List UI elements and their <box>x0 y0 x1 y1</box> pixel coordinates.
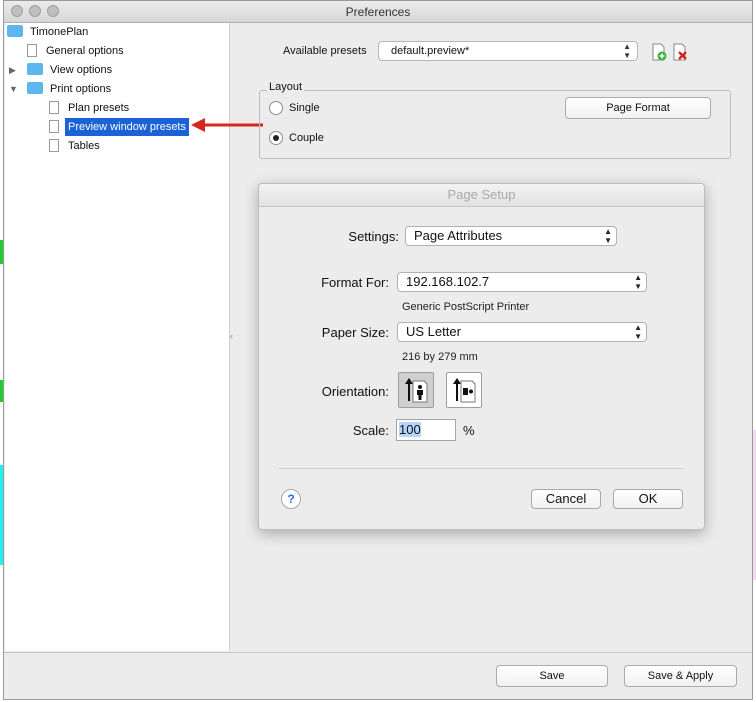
help-button[interactable]: ? <box>281 489 301 509</box>
annotation-arrow <box>191 118 263 132</box>
add-preset-icon[interactable] <box>651 43 667 61</box>
dialog-title: Page Setup <box>259 184 704 207</box>
folder-icon <box>27 82 43 95</box>
folder-icon <box>7 25 23 38</box>
orientation-landscape-button[interactable] <box>446 372 482 408</box>
tree-item-tables[interactable]: Tables <box>49 137 103 155</box>
disclosure-triangle-collapsed-icon[interactable]: ▶ <box>9 65 16 76</box>
radio-single-label[interactable]: Single <box>289 102 320 114</box>
paper-size-select-value: US Letter <box>406 324 461 339</box>
landscape-orientation-icon <box>453 378 476 403</box>
radio-single[interactable] <box>269 101 283 115</box>
window-title: Preferences <box>345 5 411 19</box>
ok-button[interactable]: OK <box>613 489 683 509</box>
tree-item-label: Print options <box>50 83 112 95</box>
scale-label: Scale: <box>352 423 389 438</box>
split-view-handle[interactable]: ‹ <box>230 331 233 341</box>
radio-couple[interactable] <box>269 131 283 145</box>
tree-item-plan-presets[interactable]: Plan presets <box>49 99 132 117</box>
tree-item-print-options[interactable]: Print options <box>27 80 114 98</box>
tree-item-label: Plan presets <box>68 102 130 114</box>
disclosure-triangle-expanded-icon[interactable]: ▼ <box>9 84 18 94</box>
dialog-divider <box>279 468 683 469</box>
settings-select-value: Page Attributes <box>414 228 503 243</box>
presets-select-value: default.preview* <box>391 45 470 57</box>
chevron-updown-icon: ▲ ▼ <box>623 42 631 60</box>
paper-size-label: Paper Size: <box>321 325 389 340</box>
tree-item-preview-window-presets[interactable]: Preview window presets <box>49 118 189 136</box>
tree-item-label: Tables <box>68 140 100 152</box>
chevron-updown-icon: ▲ ▼ <box>604 227 612 245</box>
preferences-window: Preferences TimonePlan General options ▶… <box>3 0 753 700</box>
scale-input-value: 100 <box>399 422 421 437</box>
portrait-orientation-icon <box>405 378 428 403</box>
layout-group-legend: Layout <box>267 81 305 93</box>
chevron-updown-icon: ▲ ▼ <box>634 273 642 291</box>
radio-couple-label[interactable]: Couple <box>289 132 324 144</box>
tree-item-view-options[interactable]: View options <box>27 61 115 79</box>
page-format-button[interactable]: Page Format <box>565 97 711 119</box>
format-for-label: Format For: <box>321 275 389 290</box>
settings-label: Settings: <box>348 229 399 244</box>
orientation-portrait-button[interactable] <box>398 372 434 408</box>
chevron-updown-icon: ▲ ▼ <box>634 323 642 341</box>
title-bar[interactable]: Preferences <box>4 1 752 23</box>
tree-item-label: Preview window presets <box>65 118 189 136</box>
format-for-select[interactable]: 192.168.102.7 ▲ ▼ <box>397 272 647 292</box>
delete-preset-icon[interactable] <box>672 43 688 61</box>
presets-select[interactable]: default.preview* ▲ ▼ <box>378 41 638 61</box>
document-icon <box>27 43 37 57</box>
format-for-select-value: 192.168.102.7 <box>406 274 490 289</box>
tree-item-root[interactable]: TimonePlan <box>7 23 91 41</box>
settings-select[interactable]: Page Attributes ▲ ▼ <box>405 226 617 246</box>
folder-icon <box>27 63 43 76</box>
tree-item-label: TimonePlan <box>30 26 89 38</box>
scale-unit: % <box>463 423 475 438</box>
footer-divider <box>4 652 752 653</box>
printer-description: Generic PostScript Printer <box>402 301 530 313</box>
document-icon <box>49 100 59 114</box>
save-and-apply-button[interactable]: Save & Apply <box>624 665 737 687</box>
tree-item-label: General options <box>46 45 124 57</box>
available-presets-label: Available presets <box>283 45 367 57</box>
page-setup-dialog: Page Setup Settings: Page Attributes ▲ ▼ … <box>258 183 705 530</box>
paper-dimensions: 216 by 279 mm <box>402 351 478 363</box>
document-icon <box>49 119 59 133</box>
tree-item-general-options[interactable]: General options <box>27 42 127 60</box>
document-icon <box>49 138 59 152</box>
tree-item-label: View options <box>50 64 113 76</box>
paper-size-select[interactable]: US Letter ▲ ▼ <box>397 322 647 342</box>
scale-input[interactable]: 100 <box>396 419 456 441</box>
cancel-button[interactable]: Cancel <box>531 489 601 509</box>
orientation-label: Orientation: <box>321 384 389 399</box>
save-button[interactable]: Save <box>496 665 608 687</box>
